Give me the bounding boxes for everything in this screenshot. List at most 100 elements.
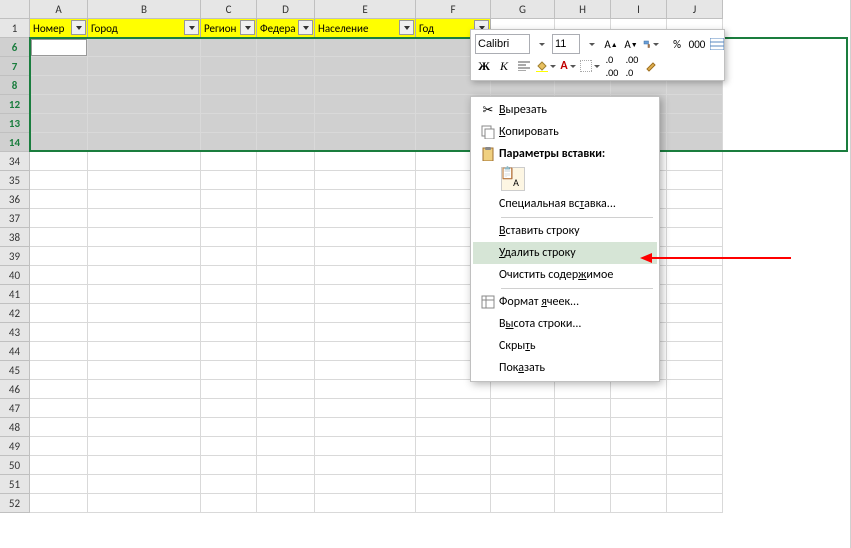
cell-J35[interactable] xyxy=(667,171,723,190)
cell-I49[interactable] xyxy=(611,437,667,456)
cell-J14[interactable] xyxy=(667,133,723,152)
menu-show[interactable]: Показать xyxy=(473,357,657,379)
cell-D13[interactable] xyxy=(257,114,315,133)
filter-icon[interactable] xyxy=(399,20,414,35)
cell-D44[interactable] xyxy=(257,342,315,361)
cell-J12[interactable] xyxy=(667,95,723,114)
font-color-button[interactable]: A xyxy=(559,56,577,76)
cell-A37[interactable] xyxy=(30,209,88,228)
grow-font-button[interactable]: A▲ xyxy=(602,34,620,54)
cell-G48[interactable] xyxy=(491,418,555,437)
row-header-48[interactable]: 48 xyxy=(0,418,30,437)
filter-icon[interactable] xyxy=(71,20,86,35)
cell-F46[interactable] xyxy=(416,380,491,399)
cell-D51[interactable] xyxy=(257,475,315,494)
cell-G47[interactable] xyxy=(491,399,555,418)
cell-I48[interactable] xyxy=(611,418,667,437)
cell-A7[interactable] xyxy=(30,57,88,76)
menu-cut[interactable]: ✂ Вырезать xyxy=(473,99,657,121)
cell-F50[interactable] xyxy=(416,456,491,475)
cell-E36[interactable] xyxy=(315,190,416,209)
cell-D45[interactable] xyxy=(257,361,315,380)
cell-H51[interactable] xyxy=(555,475,611,494)
menu-format-cells[interactable]: Формат ячеек... xyxy=(473,291,657,313)
cell-C49[interactable] xyxy=(201,437,257,456)
cell-C41[interactable] xyxy=(201,285,257,304)
cell-E46[interactable] xyxy=(315,380,416,399)
cell-E14[interactable] xyxy=(315,133,416,152)
cell-B1[interactable]: Город xyxy=(88,19,201,38)
col-header-I[interactable]: I xyxy=(611,0,667,19)
row-header-38[interactable]: 38 xyxy=(0,228,30,247)
cell-B12[interactable] xyxy=(88,95,201,114)
cell-D34[interactable] xyxy=(257,152,315,171)
merge-button[interactable] xyxy=(708,34,726,54)
row-header-6[interactable]: 6 xyxy=(0,38,30,57)
cell-H47[interactable] xyxy=(555,399,611,418)
cell-B45[interactable] xyxy=(88,361,201,380)
format-painter-button[interactable] xyxy=(642,34,660,54)
cell-E1[interactable]: Население xyxy=(315,19,416,38)
row-header-14[interactable]: 14 xyxy=(0,133,30,152)
cell-A47[interactable] xyxy=(30,399,88,418)
font-size-input[interactable] xyxy=(552,34,580,54)
cell-E41[interactable] xyxy=(315,285,416,304)
percent-button[interactable]: % xyxy=(668,34,686,54)
cell-I51[interactable] xyxy=(611,475,667,494)
cell-D43[interactable] xyxy=(257,323,315,342)
cell-E42[interactable] xyxy=(315,304,416,323)
cell-A35[interactable] xyxy=(30,171,88,190)
cell-J44[interactable] xyxy=(667,342,723,361)
size-dropdown-icon[interactable] xyxy=(582,34,600,54)
cell-D8[interactable] xyxy=(257,76,315,95)
shrink-font-button[interactable]: A▼ xyxy=(622,34,640,54)
borders-button[interactable] xyxy=(579,56,601,76)
row-header-43[interactable]: 43 xyxy=(0,323,30,342)
cell-D47[interactable] xyxy=(257,399,315,418)
cell-D7[interactable] xyxy=(257,57,315,76)
cell-E47[interactable] xyxy=(315,399,416,418)
cell-C50[interactable] xyxy=(201,456,257,475)
cell-D52[interactable] xyxy=(257,494,315,513)
cell-C35[interactable] xyxy=(201,171,257,190)
cell-J37[interactable] xyxy=(667,209,723,228)
cell-E43[interactable] xyxy=(315,323,416,342)
col-header-A[interactable]: A xyxy=(30,0,88,19)
cell-H48[interactable] xyxy=(555,418,611,437)
cell-B8[interactable] xyxy=(88,76,201,95)
cell-D40[interactable] xyxy=(257,266,315,285)
row-header-39[interactable]: 39 xyxy=(0,247,30,266)
cell-A34[interactable] xyxy=(30,152,88,171)
row-header-34[interactable]: 34 xyxy=(0,152,30,171)
row-header-51[interactable]: 51 xyxy=(0,475,30,494)
cell-C36[interactable] xyxy=(201,190,257,209)
cell-F48[interactable] xyxy=(416,418,491,437)
paste-default-button[interactable]: A xyxy=(501,167,525,191)
cell-G52[interactable] xyxy=(491,494,555,513)
cell-C51[interactable] xyxy=(201,475,257,494)
cell-C45[interactable] xyxy=(201,361,257,380)
cell-B51[interactable] xyxy=(88,475,201,494)
menu-hide[interactable]: Скрыть xyxy=(473,335,657,357)
cell-B39[interactable] xyxy=(88,247,201,266)
bold-button[interactable]: Ж xyxy=(475,56,493,76)
row-header-46[interactable]: 46 xyxy=(0,380,30,399)
menu-row-height[interactable]: Высота строки... xyxy=(473,313,657,335)
cell-A43[interactable] xyxy=(30,323,88,342)
cell-A8[interactable] xyxy=(30,76,88,95)
cell-A41[interactable] xyxy=(30,285,88,304)
cell-J48[interactable] xyxy=(667,418,723,437)
cell-C1[interactable]: Регион xyxy=(201,19,257,38)
cell-C52[interactable] xyxy=(201,494,257,513)
increase-decimal-button[interactable]: .0.00 xyxy=(603,56,621,76)
cell-J50[interactable] xyxy=(667,456,723,475)
row-header-45[interactable]: 45 xyxy=(0,361,30,380)
font-family-input[interactable] xyxy=(475,34,530,54)
menu-delete-row[interactable]: Удалить строку xyxy=(473,242,657,264)
comma-style-button[interactable]: 000 xyxy=(688,34,706,54)
cell-D38[interactable] xyxy=(257,228,315,247)
italic-button[interactable]: К xyxy=(495,56,513,76)
row-header-7[interactable]: 7 xyxy=(0,57,30,76)
cell-A52[interactable] xyxy=(30,494,88,513)
cell-C7[interactable] xyxy=(201,57,257,76)
